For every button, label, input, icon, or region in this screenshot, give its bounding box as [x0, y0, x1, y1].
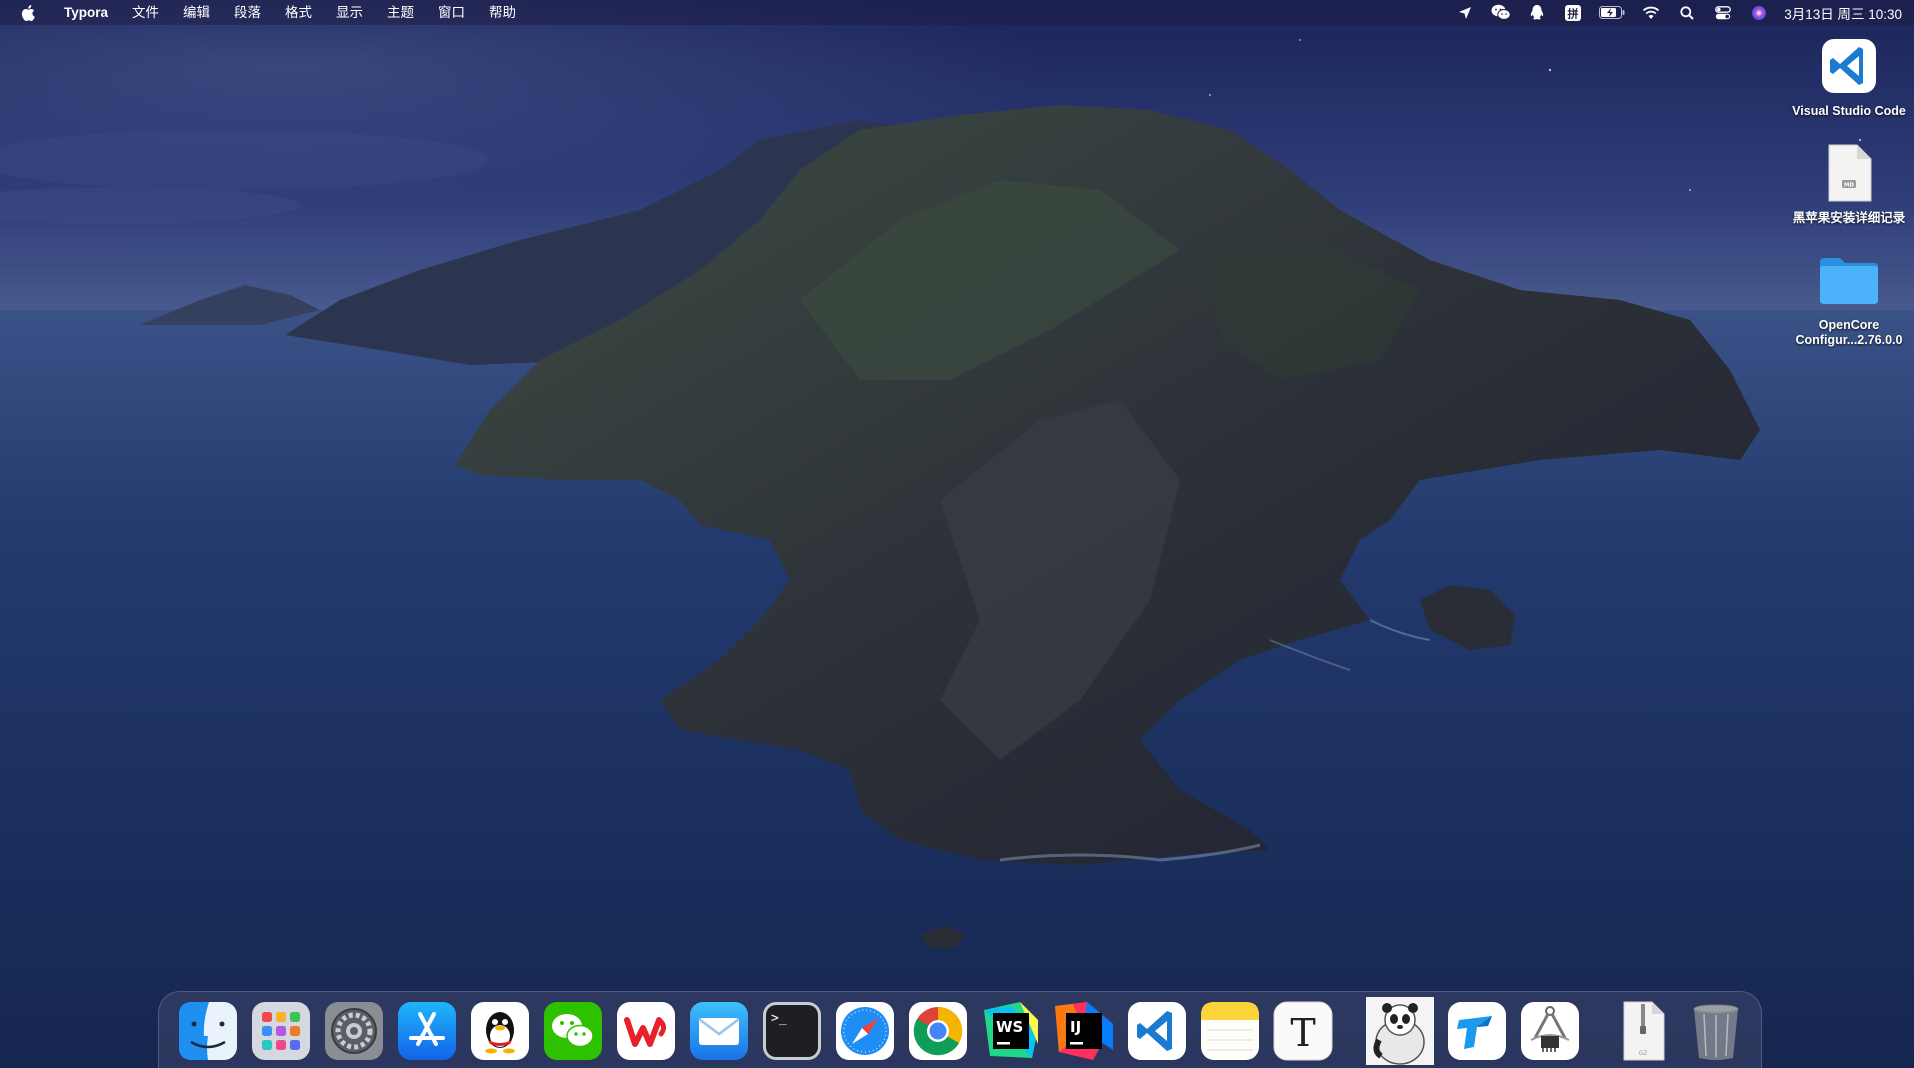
dock-vscode[interactable] — [1126, 1000, 1188, 1062]
gear-icon — [324, 1002, 383, 1060]
chrome-icon — [908, 1002, 967, 1060]
siri-icon[interactable] — [1748, 3, 1770, 23]
menu-bar-left: Typora 文件 编辑 段落 格式 显示 主题 窗口 帮助 — [18, 0, 528, 25]
dock-panda-app[interactable] — [1365, 996, 1435, 1066]
zip-label: GZ — [1638, 1050, 1647, 1057]
terminal-prompt: >_ — [771, 1011, 787, 1026]
dock-notes[interactable] — [1199, 1000, 1261, 1062]
location-arrow-icon[interactable] — [1454, 3, 1476, 23]
dock-qq[interactable] — [469, 1000, 531, 1062]
dock-trash[interactable] — [1685, 1000, 1747, 1062]
wechat-app-icon — [543, 1002, 602, 1060]
menu-window[interactable]: 窗口 — [426, 0, 477, 25]
menu-app-name[interactable]: Typora — [56, 0, 120, 25]
input-method-icon[interactable]: 拼 — [1562, 3, 1584, 23]
zip-archive-icon: GZ — [1623, 1001, 1664, 1061]
dock-launchpad[interactable] — [250, 1000, 312, 1062]
dock-zip-archive[interactable]: GZ — [1612, 1000, 1674, 1062]
menu-view[interactable]: 显示 — [324, 0, 375, 25]
dock-wechat[interactable] — [542, 1000, 604, 1062]
dock-finder[interactable] — [177, 1000, 239, 1062]
desktop-wallpaper — [0, 0, 1914, 1068]
app-store-icon — [397, 1002, 456, 1060]
teambition-icon — [1447, 1002, 1506, 1060]
dock-intellij-idea[interactable]: IJ — [1053, 1000, 1115, 1062]
dock-system-preferences[interactable] — [323, 1000, 385, 1062]
intellij-icon: IJ — [1054, 1002, 1113, 1060]
dock: >_ WS IJ T GZ — [158, 991, 1762, 1068]
menu-format[interactable]: 格式 — [273, 0, 324, 25]
typora-label: T — [1290, 1011, 1315, 1055]
dock-mail[interactable] — [688, 1000, 750, 1062]
desktop-item-vscode[interactable]: Visual Studio Code — [1784, 34, 1914, 119]
apple-menu-icon[interactable] — [18, 3, 38, 23]
qq-penguin-icon — [470, 1002, 529, 1060]
menu-edit[interactable]: 编辑 — [171, 0, 222, 25]
input-method-label: 拼 — [1568, 6, 1579, 20]
markdown-file-icon: MD — [1817, 141, 1881, 205]
dock-chrome[interactable] — [907, 1000, 969, 1062]
wps-icon — [616, 1002, 675, 1060]
menu-bar-clock[interactable]: 3月13日 周三 10:30 — [1784, 3, 1902, 23]
menu-bar-right: 拼 3月13日 周三 10:30 — [1454, 3, 1902, 23]
dock-teambition-app[interactable] — [1446, 1000, 1508, 1062]
qq-icon[interactable] — [1526, 3, 1548, 23]
webstorm-label: WS — [996, 1018, 1023, 1036]
panda-icon — [1365, 997, 1434, 1065]
desktop-item-markdown-file[interactable]: MD 黑苹果安装详细记录 — [1784, 141, 1914, 226]
file-badge: MD — [1844, 182, 1854, 188]
terminal-icon: >_ — [762, 1002, 821, 1060]
desktop-item-opencore-folder[interactable]: OpenCore Configur...2.76.0.0 — [1784, 248, 1914, 348]
mail-icon — [689, 1002, 748, 1060]
menu-bar: Typora 文件 编辑 段落 格式 显示 主题 窗口 帮助 拼 3月13日 周… — [0, 0, 1914, 25]
safari-compass-icon — [835, 1002, 894, 1060]
dock-safari[interactable] — [834, 1000, 896, 1062]
desktop-item-label: 黑苹果安装详细记录 — [1792, 211, 1906, 225]
intellij-label: IJ — [1070, 1018, 1081, 1036]
wifi-icon[interactable] — [1640, 3, 1662, 23]
menu-file[interactable]: 文件 — [120, 0, 171, 25]
spotlight-search-icon[interactable] — [1676, 3, 1698, 23]
dock-webstorm[interactable]: WS — [980, 1000, 1042, 1062]
desktop-item-label: OpenCore Configur...2.76.0.0 — [1796, 318, 1903, 348]
webstorm-icon: WS — [983, 1002, 1038, 1058]
wechat-icon[interactable] — [1490, 3, 1512, 23]
launchpad-icon — [251, 1002, 310, 1060]
finder-icon — [178, 1002, 237, 1060]
folder-label-line1: OpenCore — [1818, 318, 1880, 332]
typora-icon: T — [1273, 1001, 1332, 1061]
menu-theme[interactable]: 主题 — [375, 0, 426, 25]
dock-typora[interactable]: T — [1272, 1000, 1334, 1062]
dock-app-store[interactable] — [396, 1000, 458, 1062]
dock-system-info-app[interactable] — [1519, 1000, 1581, 1062]
folder-icon — [1817, 248, 1881, 312]
vscode-dock-icon — [1127, 1002, 1186, 1060]
menu-help[interactable]: 帮助 — [477, 0, 528, 25]
desktop-item-label: Visual Studio Code — [1792, 104, 1906, 118]
desktop-icons: Visual Studio Code MD 黑苹果安装详细记录 OpenCore… — [1784, 34, 1914, 370]
notes-icon — [1200, 1002, 1259, 1060]
chip-gauge-icon — [1520, 1002, 1579, 1060]
control-center-icon[interactable] — [1712, 3, 1734, 23]
dock-terminal[interactable]: >_ — [761, 1000, 823, 1062]
battery-icon[interactable] — [1598, 3, 1626, 23]
menu-paragraph[interactable]: 段落 — [222, 0, 273, 25]
dock-wps-office[interactable] — [615, 1000, 677, 1062]
vscode-icon — [1817, 34, 1881, 98]
trash-icon — [1693, 1004, 1738, 1060]
folder-label-line2: Configur...2.76.0.0 — [1795, 333, 1903, 347]
